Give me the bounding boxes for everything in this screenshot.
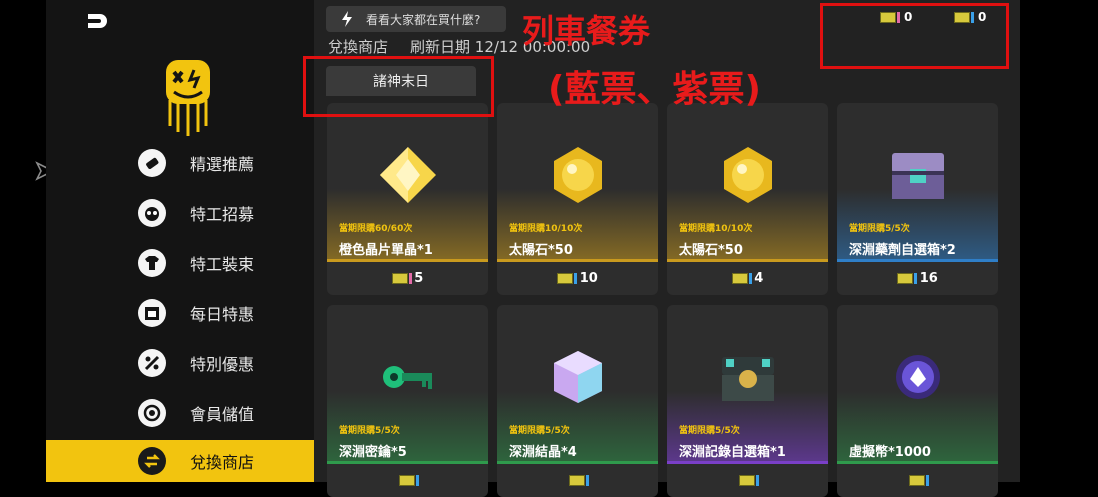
shirt-icon (138, 249, 166, 277)
abyss-crystal-cube-icon (553, 351, 602, 403)
nav-recruit[interactable]: 特工招募 (46, 190, 314, 236)
ticket-icon (138, 149, 166, 177)
lightning-icon (342, 11, 352, 27)
purchase-limit: 當期限購60/60次 (339, 224, 413, 234)
nav-label: 特工招募 (190, 205, 255, 224)
shop-card[interactable]: 當期限購5/5次 深淵結晶*4 (497, 305, 658, 497)
tip-text: 看看大家都在買什麼? (366, 12, 481, 27)
item-name: 太陽石*50 (509, 243, 573, 258)
game-logo-icon (166, 60, 210, 136)
shop-card[interactable]: 當期限購5/5次 深淵密鑰*5 (327, 305, 488, 497)
card-divider (327, 461, 488, 464)
card-divider (667, 461, 828, 464)
right-strip (1020, 0, 1098, 482)
purchase-limit: 當期限購10/10次 (509, 224, 583, 234)
card-divider (497, 461, 658, 464)
nav-exchange-shop[interactable]: 兌換商店 (46, 440, 314, 482)
annotation-title: 列車餐券 (522, 12, 651, 50)
purchase-limit: 當期限購5/5次 (339, 426, 400, 436)
purchase-limit: 當期限購5/5次 (679, 426, 740, 436)
item-price (837, 473, 998, 488)
item-price (497, 473, 658, 488)
blue-ticket-icon (398, 475, 419, 486)
back-icon[interactable] (84, 10, 114, 32)
virtual-coin-icon (895, 355, 940, 399)
nav-daily[interactable]: 每日特惠 (46, 290, 314, 336)
card-divider (837, 259, 998, 262)
shop-card[interactable]: 當期限購5/5次 深淵記錄自選箱*1 (667, 305, 828, 497)
purchase-limit: 當期限購5/5次 (849, 224, 910, 234)
purple-ticket-icon (391, 273, 412, 284)
nav-label: 會員儲值 (190, 405, 255, 424)
nav-label: 兌換商店 (190, 453, 255, 472)
shop-title: 兌換商店 (328, 38, 389, 56)
shop-card[interactable]: 虛擬幣*1000 (837, 305, 998, 497)
orange-crystal-icon (379, 147, 436, 203)
item-price: 10 (497, 271, 658, 286)
blue-ticket-icon (738, 475, 759, 486)
nav-special[interactable]: 特別優惠 (46, 340, 314, 386)
shop-card[interactable]: 當期限購5/5次 深淵藥劑自選箱*2 16 (837, 103, 998, 295)
item-price: 16 (837, 271, 998, 286)
item-name: 深淵密鑰*5 (339, 445, 407, 460)
item-name: 深淵記錄自選箱*1 (679, 445, 786, 460)
nav-topup[interactable]: 會員儲值 (46, 390, 314, 436)
item-price: 4 (667, 271, 828, 286)
left-strip (0, 0, 55, 482)
item-name: 深淵藥劑自選箱*2 (849, 243, 956, 258)
exchange-icon (138, 447, 166, 475)
purchase-limit: 當期限購5/5次 (509, 426, 570, 436)
item-name: 橙色晶片單晶*1 (339, 243, 433, 258)
shop-card[interactable]: 當期限購60/60次 橙色晶片單晶*1 5 (327, 103, 488, 295)
card-divider (327, 259, 488, 262)
nav-label: 每日特惠 (190, 305, 255, 324)
blue-ticket-icon (897, 273, 918, 284)
item-name: 太陽石*50 (679, 243, 743, 258)
blue-ticket-icon (557, 273, 578, 284)
agent-face-icon (138, 199, 166, 227)
nav-label: 特別優惠 (190, 355, 255, 374)
item-price (327, 473, 488, 488)
coin-icon (138, 399, 166, 427)
sale-tag-icon (138, 349, 166, 377)
nav-label: 特工裝束 (190, 255, 255, 274)
annotation-box-tab (303, 56, 494, 117)
record-chest-icon (721, 357, 774, 401)
annotation-subtitle: (藍票、紫票) (548, 69, 761, 110)
nav-label: 精選推薦 (190, 155, 255, 174)
sunstone-icon (723, 147, 772, 203)
sunstone-icon (553, 147, 602, 203)
purchase-limit: 當期限購10/10次 (679, 224, 753, 234)
calendar-icon (138, 299, 166, 327)
item-name: 虛擬幣*1000 (849, 445, 931, 460)
blue-ticket-icon (568, 475, 589, 486)
tip-banner[interactable]: 看看大家都在買什麼? (326, 6, 506, 32)
shop-card[interactable]: 當期限購10/10次 太陽石*50 4 (667, 103, 828, 295)
treasure-chest-icon (891, 153, 944, 199)
annotation-box-currency (820, 3, 1009, 69)
card-divider (837, 461, 998, 464)
card-divider (667, 259, 828, 262)
item-name: 深淵結晶*4 (509, 445, 577, 460)
item-price (667, 473, 828, 488)
item-price: 5 (327, 271, 488, 286)
blue-ticket-icon (731, 273, 752, 284)
nav-outfits[interactable]: 特工裝束 (46, 240, 314, 286)
abyss-key-icon (382, 366, 432, 389)
blue-ticket-icon (908, 475, 929, 486)
shop-card[interactable]: 當期限購10/10次 太陽石*50 10 (497, 103, 658, 295)
nav-featured[interactable]: 精選推薦 (46, 140, 314, 186)
card-divider (497, 259, 658, 262)
